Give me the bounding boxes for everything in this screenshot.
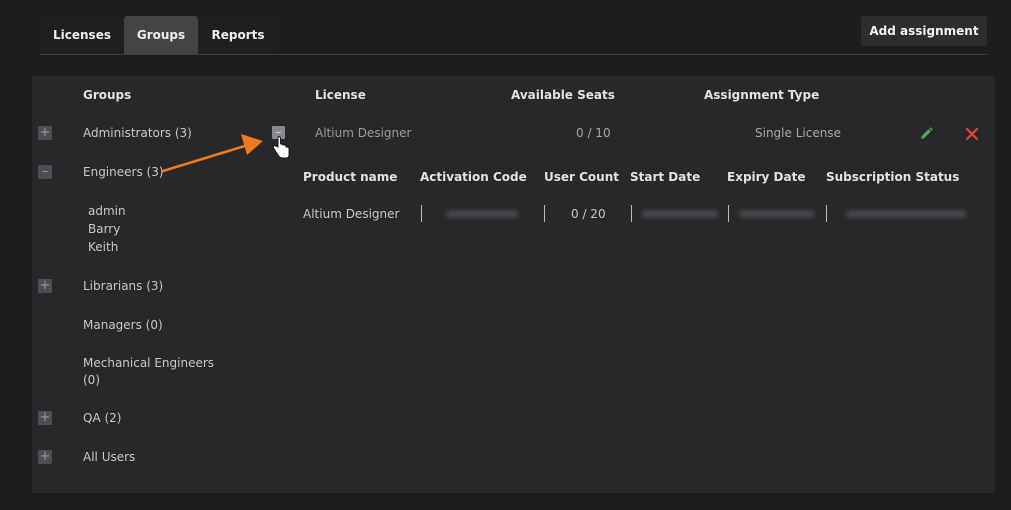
pencil-icon (921, 127, 933, 139)
group-qa[interactable]: QA (2) (83, 411, 121, 425)
expiry-date-column-header: Expiry Date (727, 170, 806, 184)
plus-icon: + (39, 278, 51, 293)
groups-header: Groups (83, 88, 132, 102)
remove-assignment-button[interactable] (963, 125, 981, 143)
redacted-activation-code (446, 210, 518, 218)
edit-assignment-button[interactable] (917, 125, 935, 143)
plus-icon: + (39, 410, 51, 425)
close-icon (965, 127, 979, 141)
add-assignment-button[interactable]: Add assignment (861, 16, 987, 46)
start-date-column-header: Start Date (630, 170, 701, 184)
user-count-column-header: User Count (544, 170, 619, 184)
expand-all-users-button[interactable]: + (38, 450, 52, 464)
tab-groups[interactable]: Groups (124, 16, 198, 54)
assignment-type-column-header: Assignment Type (704, 88, 820, 102)
collapse-license-button[interactable]: – (272, 126, 285, 139)
collapse-engineers-button[interactable]: – (38, 165, 52, 179)
assignment-type-value: Single License (755, 126, 841, 140)
user-count-value: 0 / 20 (571, 207, 606, 221)
member-item: admin (88, 204, 126, 218)
minus-icon: – (275, 125, 282, 140)
member-item: Keith (88, 240, 119, 254)
license-name: Altium Designer (315, 126, 412, 140)
expand-librarians-button[interactable]: + (38, 279, 52, 293)
redacted-subscription-status (846, 210, 966, 218)
product-name-value: Altium Designer (303, 207, 400, 221)
group-engineers[interactable]: Engineers (3) (83, 165, 164, 179)
product-name-column-header: Product name (303, 170, 398, 184)
available-seats-value: 0 / 10 (576, 126, 611, 140)
expand-qa-button[interactable]: + (38, 411, 52, 425)
minus-icon: – (41, 164, 49, 179)
groups-panel: Groups + Administrators (3) – – Engineer… (32, 76, 995, 493)
license-column-header: License (315, 88, 366, 102)
group-librarians[interactable]: Librarians (3) (83, 279, 163, 293)
member-item: Barry (88, 222, 121, 236)
group-all-users[interactable]: All Users (83, 450, 135, 464)
expand-administrators-button[interactable]: + (38, 126, 52, 140)
available-seats-column-header: Available Seats (511, 88, 615, 102)
activation-code-column-header: Activation Code (420, 170, 527, 184)
tab-reports[interactable]: Reports (198, 16, 278, 54)
group-label-line: Mechanical Engineers (83, 356, 215, 370)
redacted-start-date (642, 210, 718, 218)
plus-icon: + (39, 125, 51, 140)
tab-bar: Licenses Groups Reports (40, 16, 278, 54)
group-administrators[interactable]: Administrators (3) (83, 126, 192, 140)
redacted-expiry-date (739, 210, 815, 218)
column-separator (728, 205, 729, 222)
plus-icon: + (39, 449, 51, 464)
subscription-status-column-header: Subscription Status (826, 170, 960, 184)
column-separator (421, 205, 422, 222)
column-separator (544, 205, 545, 222)
group-managers[interactable]: Managers (0) (83, 318, 163, 332)
group-label-line: (0) (83, 373, 100, 387)
column-separator (826, 205, 827, 222)
tab-licenses[interactable]: Licenses (40, 16, 124, 54)
column-separator (631, 205, 632, 222)
group-mechanical-engineers[interactable]: Mechanical Engineers (0) (83, 356, 214, 387)
tab-divider (40, 54, 987, 55)
